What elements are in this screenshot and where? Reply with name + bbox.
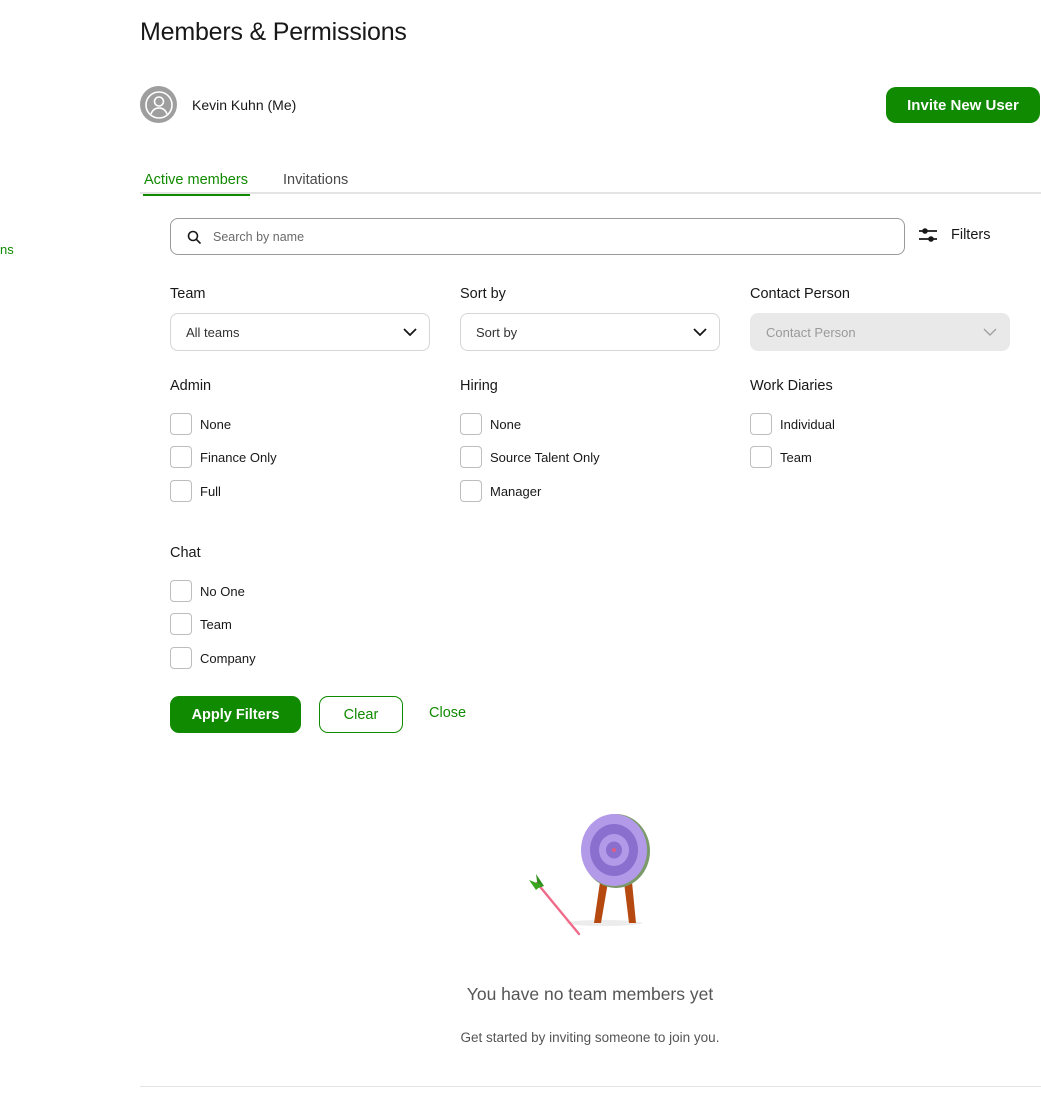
checkbox[interactable] (750, 446, 772, 468)
sidebar-item-permissions-fragment[interactable]: ns (0, 242, 14, 257)
chevron-down-icon (983, 328, 997, 336)
checkbox[interactable] (750, 413, 772, 435)
sliders-icon (919, 228, 937, 242)
team-select-value: All teams (186, 324, 240, 340)
checkbox[interactable] (170, 613, 192, 635)
current-user: Kevin Kuhn (Me) (140, 86, 296, 123)
checkbox-label: No One (200, 583, 245, 599)
filters-toggle[interactable]: Filters (918, 225, 990, 245)
checkbox[interactable] (170, 446, 192, 468)
checkbox[interactable] (170, 480, 192, 502)
chevron-down-icon (403, 328, 417, 336)
work-diaries-group-label: Work Diaries (750, 378, 833, 394)
team-filter-label: Team (170, 286, 206, 302)
checkbox[interactable] (170, 647, 192, 669)
tab-invitations[interactable]: Invitations (283, 172, 348, 190)
search-input[interactable] (213, 229, 813, 244)
search-icon (187, 230, 201, 244)
checkbox-label: None (200, 416, 232, 432)
checkbox-label: Manager (490, 483, 542, 499)
chat-team-checkbox[interactable]: Team (170, 613, 232, 635)
tab-active-members[interactable]: Active members (143, 172, 250, 196)
apply-filters-button[interactable]: Apply Filters (170, 696, 301, 733)
chat-no-one-checkbox[interactable]: No One (170, 580, 245, 602)
checkbox-label: None (490, 416, 522, 432)
checkbox-label: Finance Only (200, 449, 277, 465)
admin-finance-only-checkbox[interactable]: Finance Only (170, 446, 277, 468)
sort-by-select[interactable]: Sort by (460, 313, 720, 351)
user-name: Kevin Kuhn (Me) (192, 96, 297, 113)
empty-state-subtitle: Get started by inviting someone to join … (460, 1030, 720, 1045)
checkbox-label: Full (200, 483, 221, 499)
member-tabs: Active members Invitations (140, 170, 1041, 196)
hiring-source-talent-only-checkbox[interactable]: Source Talent Only (460, 446, 600, 468)
admin-group-label: Admin (170, 378, 212, 394)
work-diaries-individual-checkbox[interactable]: Individual (750, 413, 835, 435)
admin-none-checkbox[interactable]: None (170, 413, 231, 435)
target-illustration-icon (524, 808, 656, 943)
contact-person-label: Contact Person (750, 286, 850, 302)
page-title: Members & Permissions (140, 18, 407, 46)
filters-label: Filters (951, 227, 991, 243)
clear-filters-button[interactable]: Clear (319, 696, 403, 733)
checkbox-label: Company (200, 650, 256, 666)
admin-full-checkbox[interactable]: Full (170, 480, 221, 502)
checkbox[interactable] (460, 446, 482, 468)
hiring-none-checkbox[interactable]: None (460, 413, 521, 435)
chat-group-label: Chat (170, 545, 201, 561)
work-diaries-team-checkbox[interactable]: Team (750, 446, 812, 468)
empty-state-title: You have no team members yet (466, 984, 714, 1004)
checkbox-label: Team (200, 616, 232, 632)
sort-by-select-value: Sort by (476, 324, 518, 340)
checkbox-label: Individual (780, 416, 835, 432)
checkbox[interactable] (460, 413, 482, 435)
divider (140, 1086, 1041, 1087)
chevron-down-icon (693, 328, 707, 336)
checkbox[interactable] (170, 413, 192, 435)
search-box (170, 218, 905, 255)
contact-person-select-value: Contact Person (766, 324, 856, 340)
user-avatar-icon (140, 86, 177, 123)
close-filters-link[interactable]: Close (429, 705, 466, 721)
checkbox[interactable] (460, 480, 482, 502)
invite-new-user-button[interactable]: Invite New User (886, 87, 1040, 123)
team-select[interactable]: All teams (170, 313, 430, 351)
chat-company-checkbox[interactable]: Company (170, 647, 256, 669)
checkbox-label: Source Talent Only (490, 449, 600, 465)
hiring-manager-checkbox[interactable]: Manager (460, 480, 541, 502)
hiring-group-label: Hiring (460, 378, 498, 394)
checkbox[interactable] (170, 580, 192, 602)
checkbox-label: Team (780, 449, 812, 465)
sort-by-label: Sort by (460, 286, 506, 302)
contact-person-select: Contact Person (750, 313, 1010, 351)
